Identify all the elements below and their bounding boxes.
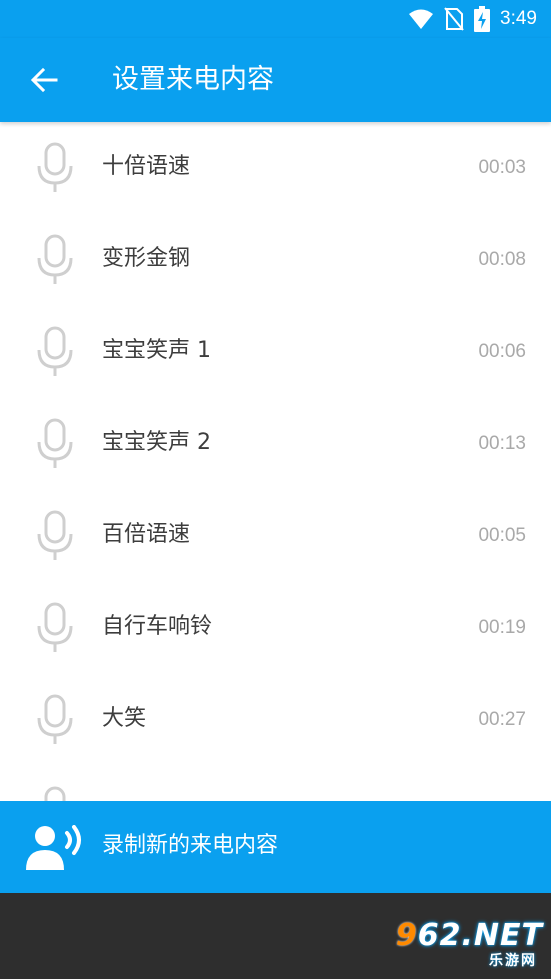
list-item[interactable]: 宝宝笑声 2 00:13	[0, 398, 551, 490]
item-name: 大笑	[102, 706, 147, 731]
status-bar: 3:49	[0, 0, 551, 38]
page-title: 设置来电内容	[112, 64, 274, 95]
microphone-icon	[37, 142, 73, 192]
arrow-back-icon	[30, 67, 58, 93]
record-new-button[interactable]: 录制新的来电内容	[0, 801, 551, 893]
item-duration: 00:06	[478, 341, 526, 362]
list-item[interactable]: 百倍语速 00:05	[0, 490, 551, 582]
item-duration: 00:19	[478, 617, 526, 638]
microphone-icon	[37, 602, 73, 652]
microphone-icon	[37, 326, 73, 376]
microphone-icon	[37, 694, 73, 744]
watermark-logo: 962.NET 乐游网	[396, 919, 543, 971]
microphone-icon	[37, 234, 73, 284]
sound-list: 十倍语速 00:03 变形金钢 00:08 宝宝笑声 1 00:06 宝宝笑声 …	[0, 122, 551, 802]
item-name: 宝宝笑声 2	[102, 430, 211, 455]
item-name: 变形金钢	[102, 246, 191, 271]
app-bar: 设置来电内容	[0, 38, 551, 122]
item-name: 百倍语速	[102, 522, 191, 547]
item-duration: 00:08	[478, 249, 526, 270]
watermark-sub: 乐游网	[489, 953, 537, 969]
list-item[interactable]: 自行车响铃 00:19	[0, 582, 551, 674]
wifi-icon	[409, 9, 434, 29]
voice-record-icon	[26, 825, 81, 870]
record-new-label: 录制新的来电内容	[102, 833, 279, 858]
item-duration: 00:03	[478, 157, 526, 178]
status-time: 3:49	[500, 8, 537, 29]
item-duration: 00:27	[478, 709, 526, 730]
microphone-icon	[37, 418, 73, 468]
bottom-area: 962.NET 乐游网	[0, 893, 551, 979]
item-duration: 00:13	[478, 433, 526, 454]
battery-charging-icon	[474, 6, 491, 32]
item-name: 自行车响铃	[102, 614, 213, 639]
list-item[interactable]: 大笑 00:27	[0, 674, 551, 766]
list-item[interactable]: 十倍语速 00:03	[0, 122, 551, 214]
item-duration: 00:05	[478, 525, 526, 546]
item-name: 宝宝笑声 1	[102, 338, 211, 363]
microphone-icon	[37, 510, 73, 560]
list-item[interactable]: 宝宝笑声 1 00:06	[0, 306, 551, 398]
status-icons: 3:49	[408, 6, 537, 32]
watermark-main: 962.NET	[395, 918, 543, 953]
back-button[interactable]	[24, 60, 64, 100]
microphone-icon	[44, 786, 66, 802]
item-name: 十倍语速	[102, 154, 191, 179]
list-item-partial[interactable]	[0, 766, 551, 802]
list-item[interactable]: 变形金钢 00:08	[0, 214, 551, 306]
no-sim-icon	[444, 7, 464, 31]
